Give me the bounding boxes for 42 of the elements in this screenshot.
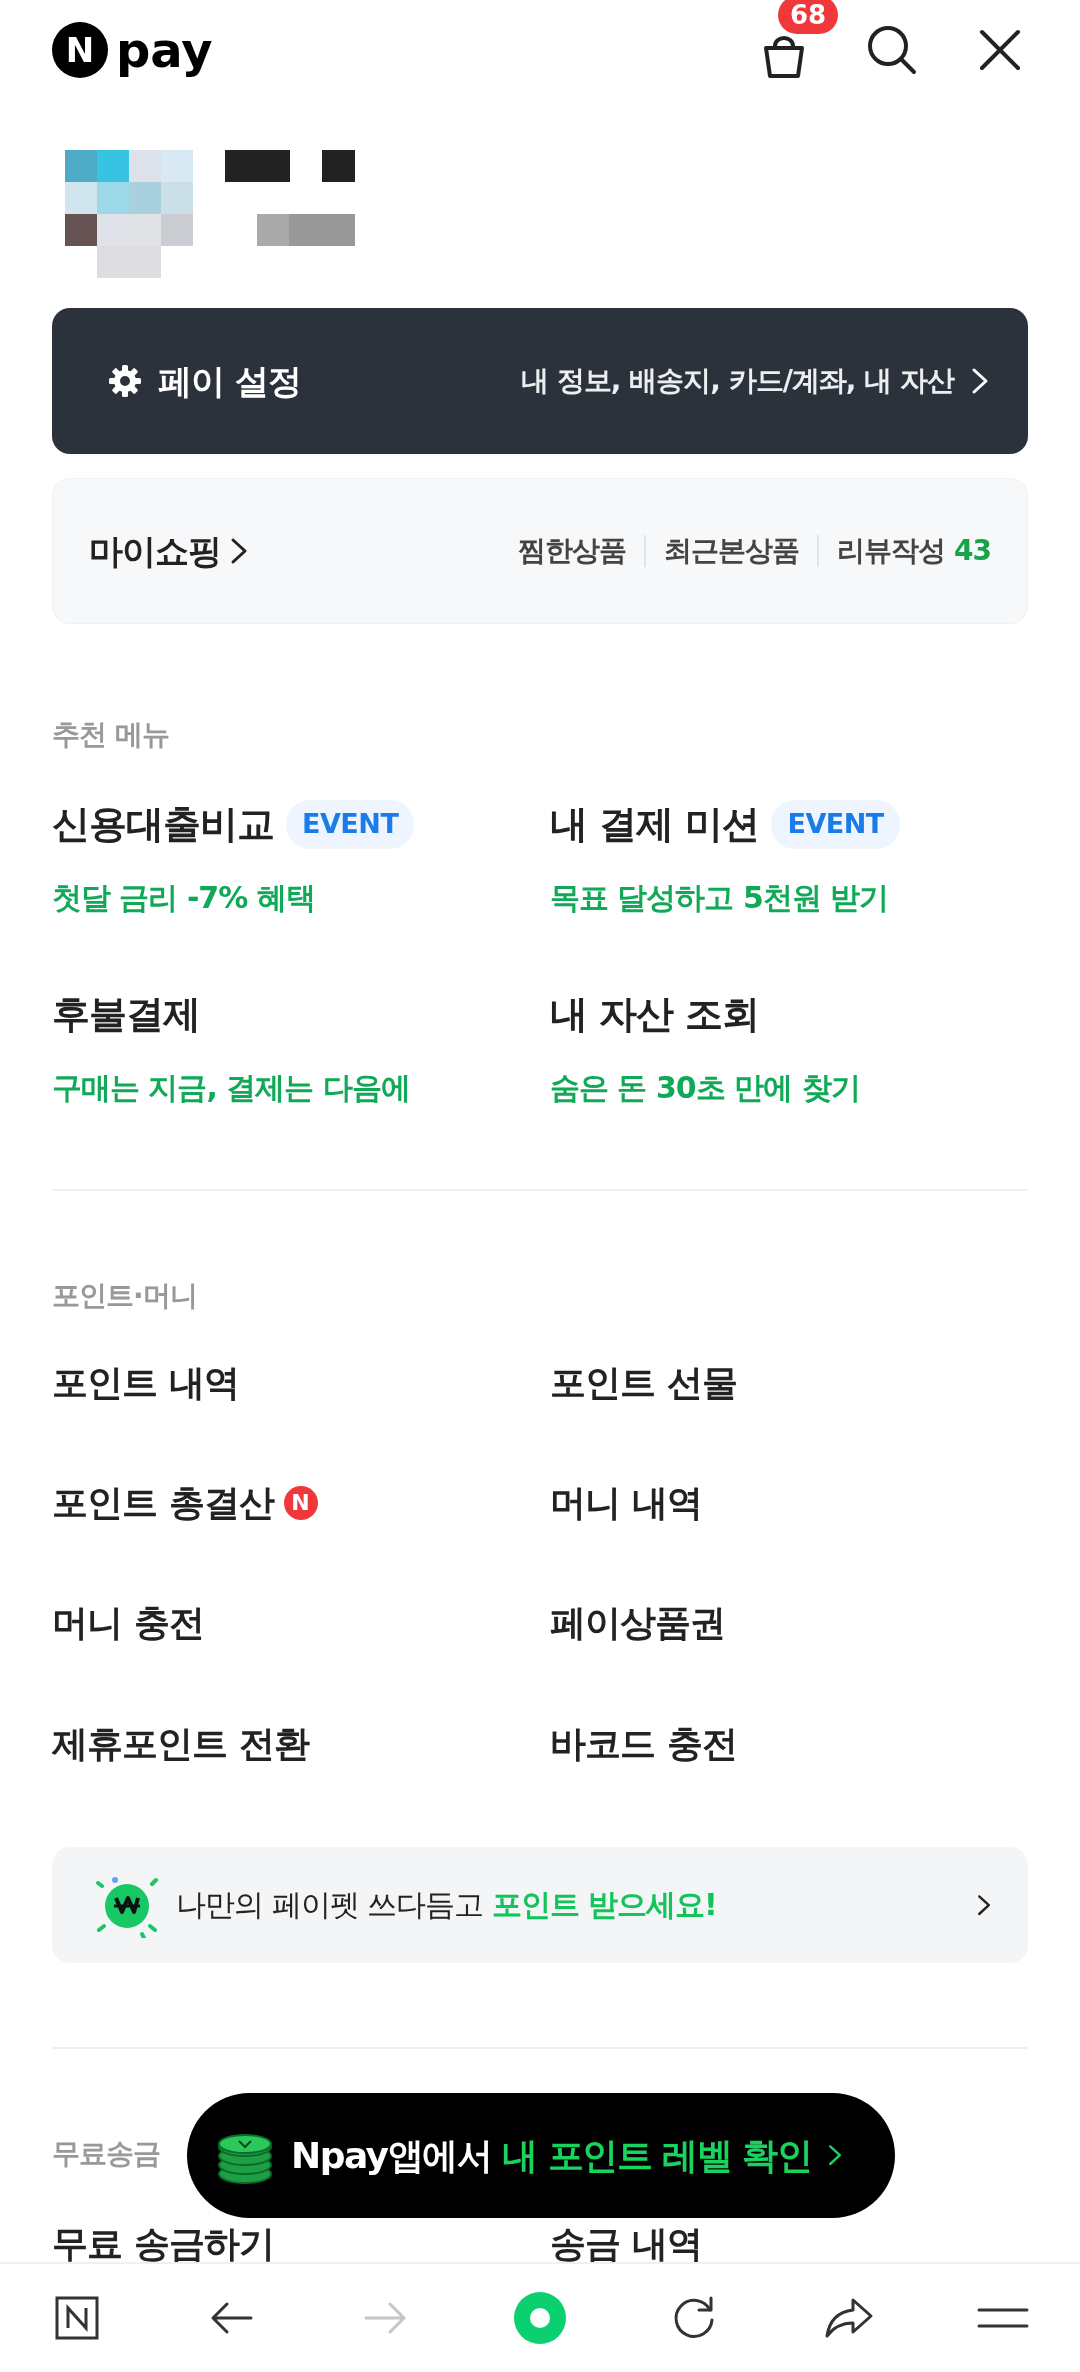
menu-item-subtitle: 숨은 돈 30초 만에 찾기: [550, 1069, 861, 1107]
promo-banner[interactable]: 나만의 페이펫 쓰다듬고 포인트 받으세요!: [52, 1846, 1028, 1963]
menu-item[interactable]: 후불결제: [52, 986, 200, 1043]
menu-item[interactable]: 신용대출비교: [52, 796, 274, 853]
section-title: 포인트·머니: [52, 1278, 197, 1314]
logo-icon: N: [52, 22, 108, 78]
my-shopping-link[interactable]: 마이쇼핑: [89, 525, 221, 577]
menu-item[interactable]: 바코드 충전: [550, 1721, 737, 1765]
menu-item-subtitle: 구매는 지금, 결제는 다음에: [52, 1069, 411, 1107]
section-title: 무료송금: [52, 2135, 160, 2172]
menu-item[interactable]: 포인트 선물: [550, 1361, 737, 1405]
chevron-icon: [970, 367, 990, 395]
menu-item[interactable]: 제휴포인트 전환: [52, 1721, 309, 1765]
section-title: 추천 메뉴: [52, 717, 169, 753]
settings-summary: 내 정보, 배송지, 카드/계좌, 내 자산: [521, 363, 954, 399]
event-badge: EVENT: [771, 800, 900, 849]
review-link[interactable]: 리뷰작성 43: [837, 530, 991, 572]
menu-item[interactable]: 포인트 내역: [52, 1361, 239, 1405]
menu-item[interactable]: 송금 내역: [550, 2222, 702, 2262]
shopping-link[interactable]: 찜한상품: [518, 530, 627, 572]
chevron-icon: [229, 537, 249, 565]
pay-settings-card[interactable]: 페이 설정 내 정보, 배송지, 카드/계좌, 내 자산: [52, 308, 1028, 454]
menu-item-subtitle: 목표 달성하고 5천원 받기: [550, 879, 890, 917]
level-check-text: Npay앱에서 내 포인트 레벨 확인: [291, 2133, 812, 2178]
menu-item[interactable]: 내 자산 조회: [550, 986, 760, 1043]
menu-item[interactable]: 무료 송금하기: [52, 2222, 274, 2262]
level-check-button[interactable]: Npay앱에서 내 포인트 레벨 확인: [187, 2093, 895, 2218]
cart-count-badge: 68: [778, 0, 839, 34]
menu-item-subtitle: 첫달 금리 -7% 혜택: [52, 879, 316, 917]
new-badge: N: [283, 1485, 318, 1520]
promo-text: 나만의 페이펫 쓰다듬고 포인트 받으세요!: [176, 1886, 717, 1925]
shopping-link[interactable]: 최근본상품: [664, 530, 800, 572]
chevron-icon: [976, 1893, 992, 1916]
pay-settings-title: 페이 설정: [158, 359, 301, 403]
event-badge: EVENT: [286, 800, 415, 849]
menu-item[interactable]: 머니 충전: [52, 1601, 204, 1645]
chevron-icon: [827, 2144, 844, 2167]
menu-item[interactable]: 페이상품권: [550, 1601, 725, 1645]
gear-icon: [108, 364, 142, 398]
menu-item[interactable]: 내 결제 미션: [550, 796, 760, 853]
menu-item[interactable]: 포인트 총결산: [52, 1481, 274, 1525]
menu-item[interactable]: 머니 내역: [550, 1481, 702, 1525]
